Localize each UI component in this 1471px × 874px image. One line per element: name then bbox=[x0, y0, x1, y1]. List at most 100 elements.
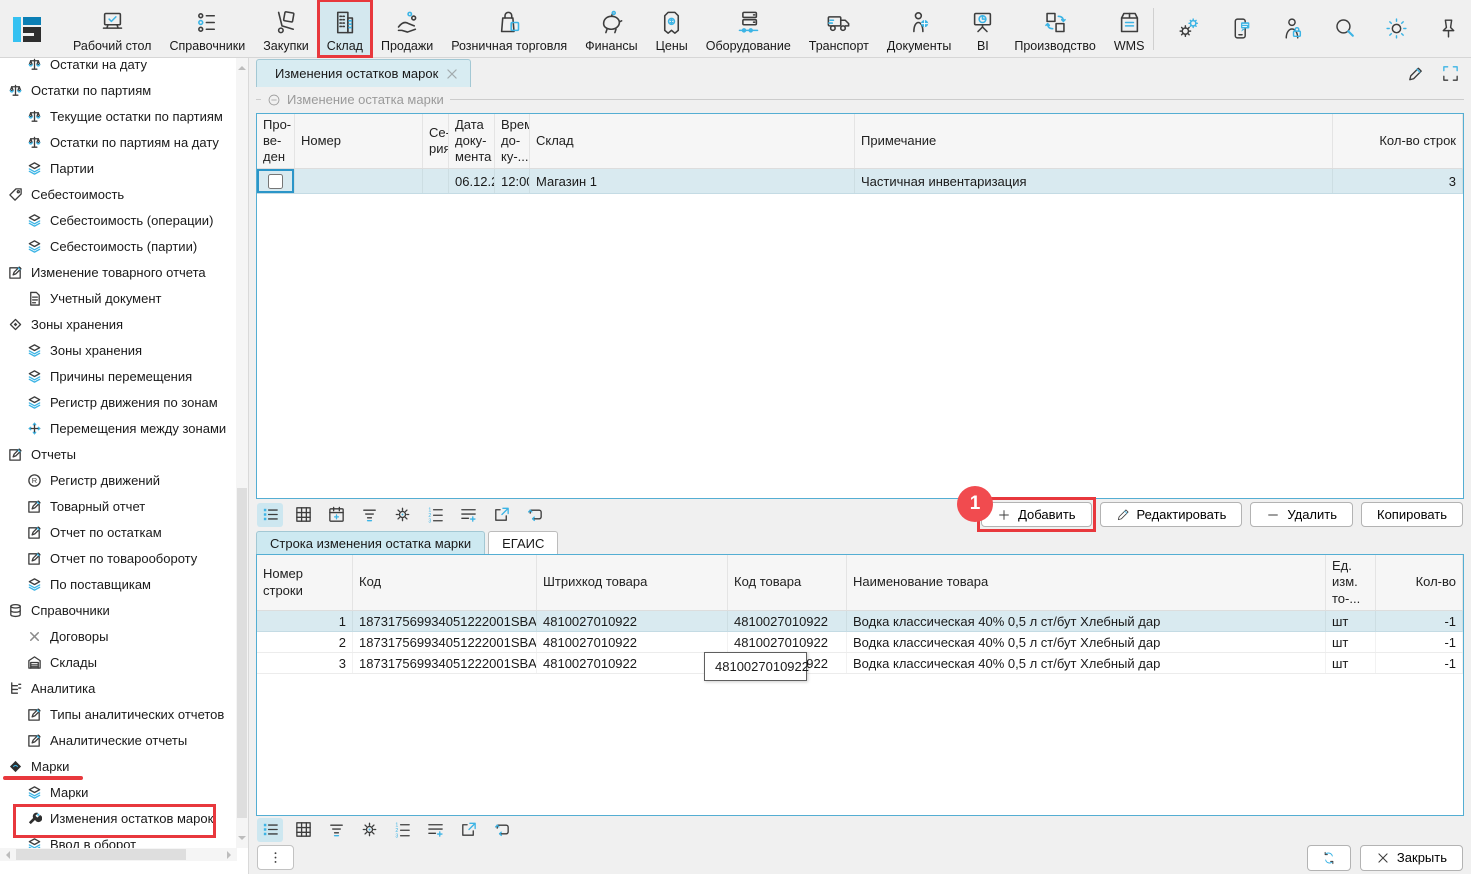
numbered-list-button[interactable]: 123 bbox=[389, 818, 415, 842]
search-button[interactable] bbox=[1332, 16, 1357, 41]
sidebar-item[interactable]: Склады bbox=[0, 649, 237, 675]
top-nav-item[interactable]: Производство bbox=[1005, 0, 1105, 57]
sidebar-item[interactable]: Себестоимость bbox=[0, 181, 237, 207]
sidebar-item[interactable]: Аналитические отчеты bbox=[0, 727, 237, 753]
button-edit[interactable]: Редактировать bbox=[1100, 502, 1243, 527]
messages-button[interactable] bbox=[1228, 16, 1253, 41]
top-nav-item[interactable]: Финансы bbox=[576, 0, 646, 57]
settings-button[interactable] bbox=[1176, 16, 1201, 41]
sidebar-item[interactable]: Зоны хранения bbox=[0, 311, 237, 337]
button-add[interactable]: Добавить bbox=[981, 502, 1091, 527]
close-button[interactable]: Закрыть bbox=[1360, 845, 1463, 871]
tab-izmeneniya-ostatkov-marok[interactable]: Изменения остатков марок bbox=[256, 59, 471, 87]
sidebar-item[interactable]: Учетный документ bbox=[0, 285, 237, 311]
sidebar-item[interactable]: Себестоимость (партии) bbox=[0, 233, 237, 259]
table-row[interactable]: 06.12.2412:00Магазин 1Частичная инвентар… bbox=[257, 169, 1463, 194]
add-list-button[interactable] bbox=[422, 818, 448, 842]
scroll-left-icon[interactable] bbox=[2, 851, 10, 859]
top-nav-item[interactable]: Цены bbox=[647, 0, 697, 57]
filter-button[interactable] bbox=[356, 503, 382, 527]
pin-button[interactable] bbox=[1436, 16, 1461, 41]
scrollbar-thumb[interactable] bbox=[16, 849, 186, 860]
sidebar-horizontal-scrollbar[interactable] bbox=[0, 848, 237, 861]
detail-tab[interactable]: ЕГАИС bbox=[488, 531, 558, 554]
scroll-right-icon[interactable] bbox=[227, 851, 235, 859]
sidebar-item[interactable]: Отчет по остаткам bbox=[0, 519, 237, 545]
sidebar-item[interactable]: Перемещения между зонами bbox=[0, 415, 237, 441]
sidebar-item[interactable]: Текущие остатки по партиям bbox=[0, 103, 237, 129]
top-nav-item[interactable]: Рабочий стол bbox=[64, 0, 160, 57]
top-nav-item[interactable]: Справочники bbox=[160, 0, 254, 57]
numbered-list-button[interactable]: 123 bbox=[422, 503, 448, 527]
proveden-checkbox[interactable] bbox=[268, 174, 283, 189]
sidebar-item[interactable]: Аналитика bbox=[0, 675, 237, 701]
top-nav-item[interactable]: BI bbox=[960, 0, 1005, 57]
sidebar-item[interactable]: Себестоимость (операции) bbox=[0, 207, 237, 233]
scrollbar-thumb[interactable] bbox=[237, 488, 247, 818]
reload-button[interactable] bbox=[488, 818, 514, 842]
sidebar-item[interactable]: Справочники bbox=[0, 597, 237, 623]
open-window-button[interactable] bbox=[488, 503, 514, 527]
sidebar-item[interactable]: Остатки по партиям bbox=[0, 77, 237, 103]
sidebar-item[interactable]: По поставщикам bbox=[0, 571, 237, 597]
table-row[interactable]: 1187317569934051222001SBAV...48100270109… bbox=[257, 611, 1463, 632]
reload-button[interactable] bbox=[521, 503, 547, 527]
sidebar-item[interactable]: Марки bbox=[0, 779, 237, 805]
pin-icon bbox=[1436, 16, 1461, 41]
profile-button[interactable] bbox=[1280, 16, 1305, 41]
top-nav-item[interactable]: Склад bbox=[318, 0, 372, 57]
sidebar-item[interactable]: Зоны хранения bbox=[0, 337, 237, 363]
list-view-button[interactable] bbox=[257, 818, 283, 842]
table-row[interactable]: 2187317569934051222001SBAV...48100270109… bbox=[257, 632, 1463, 653]
sidebar-item-label: Зоны хранения bbox=[31, 317, 123, 332]
top-nav-item[interactable]: Закупки bbox=[254, 0, 318, 57]
sidebar-item[interactable]: Остатки на дату bbox=[0, 58, 237, 77]
sidebar-item[interactable]: Причины перемещения bbox=[0, 363, 237, 389]
sidebar-item[interactable]: Партии bbox=[0, 155, 237, 181]
calendar-button[interactable] bbox=[323, 503, 349, 527]
sidebar-vertical-scrollbar[interactable] bbox=[236, 58, 248, 848]
sidebar-item[interactable]: Товарный отчет bbox=[0, 493, 237, 519]
sidebar-item-label: Регистр движения по зонам bbox=[50, 395, 218, 410]
add-list-button[interactable] bbox=[455, 503, 481, 527]
gear-button[interactable] bbox=[389, 503, 415, 527]
sidebar-item[interactable]: RРегистр движений bbox=[0, 467, 237, 493]
scroll-down-icon[interactable] bbox=[238, 836, 246, 844]
grid-view-button[interactable] bbox=[290, 818, 316, 842]
top-nav-item[interactable]: Транспорт bbox=[800, 0, 878, 57]
collapse-icon[interactable] bbox=[267, 93, 281, 107]
sidebar-item[interactable]: Изменение товарного отчета bbox=[0, 259, 237, 285]
sidebar-item[interactable]: Изменения остатков марок bbox=[0, 805, 237, 831]
sidebar-item[interactable]: Отчет по товарообороту bbox=[0, 545, 237, 571]
sidebar-item[interactable]: Типы аналитических отчетов bbox=[0, 701, 237, 727]
sidebar-item[interactable]: Регистр движения по зонам bbox=[0, 389, 237, 415]
sidebar-item[interactable]: Марки bbox=[0, 753, 237, 779]
top-nav-item[interactable]: Документы bbox=[878, 0, 960, 57]
table-row[interactable]: 3187317569934051222001SBAV...48100270109… bbox=[257, 653, 1463, 674]
fullscreen-icon[interactable] bbox=[1441, 64, 1460, 83]
lines-table: Номер строкиКодШтрихкод товараКод товара… bbox=[256, 554, 1464, 816]
detail-tab[interactable]: Строка изменения остатка марки bbox=[256, 531, 485, 554]
sidebar-item[interactable]: Договоры bbox=[0, 623, 237, 649]
top-nav-item[interactable]: Оборудование bbox=[697, 0, 800, 57]
kebab-menu-button[interactable] bbox=[257, 845, 294, 870]
open-window-button[interactable] bbox=[455, 818, 481, 842]
top-nav-item[interactable]: WMS bbox=[1105, 0, 1154, 57]
table-cell: 187317569934051222001SBAV... bbox=[353, 653, 537, 673]
gear-button[interactable] bbox=[356, 818, 382, 842]
sidebar-item[interactable]: Отчеты bbox=[0, 441, 237, 467]
theme-button[interactable] bbox=[1384, 16, 1409, 41]
button-copy[interactable]: Копировать bbox=[1361, 502, 1463, 527]
button-delete[interactable]: Удалить bbox=[1250, 502, 1353, 527]
grid-view-button[interactable] bbox=[290, 503, 316, 527]
edit-pencil-icon[interactable] bbox=[1406, 64, 1425, 83]
sidebar-item[interactable]: Остатки по партиям на дату bbox=[0, 129, 237, 155]
top-nav-item[interactable]: Розничная торговля bbox=[442, 0, 576, 57]
layers-icon bbox=[27, 213, 42, 228]
refresh-button[interactable] bbox=[1307, 845, 1351, 871]
scroll-up-icon[interactable] bbox=[238, 62, 246, 70]
tab-close-icon[interactable] bbox=[445, 67, 459, 81]
top-nav-item[interactable]: Продажи bbox=[372, 0, 442, 57]
list-view-button[interactable] bbox=[257, 503, 283, 527]
filter-button[interactable] bbox=[323, 818, 349, 842]
